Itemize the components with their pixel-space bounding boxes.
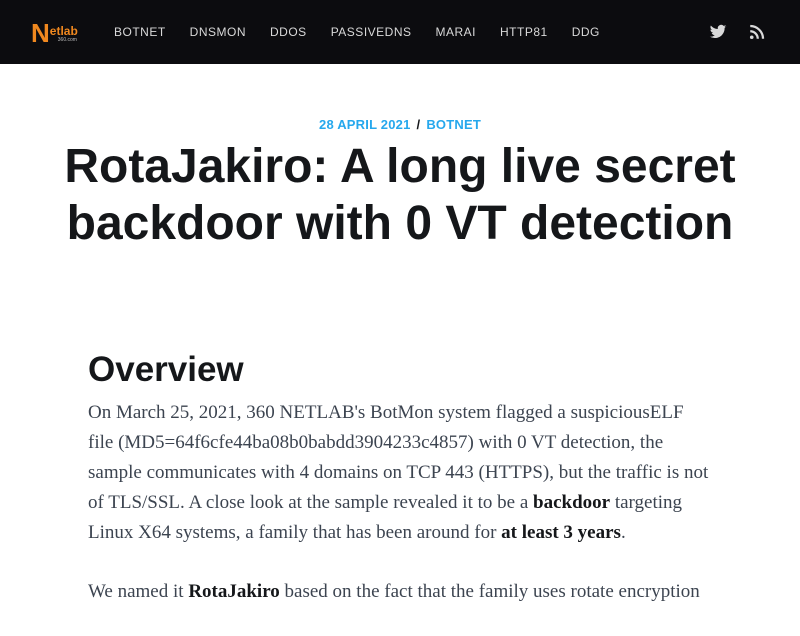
bold-text: RotaJakiro (188, 581, 280, 602)
nav-item-ddg[interactable]: DDG (572, 0, 600, 64)
bold-text: at least 3 years (501, 522, 621, 543)
logo-mark: N (31, 18, 50, 48)
twitter-icon[interactable] (709, 23, 727, 41)
nav-item-passivedns[interactable]: PASSIVEDNS (331, 0, 412, 64)
nav-item-botnet[interactable]: BOTNET (114, 0, 166, 64)
netlab-logo[interactable]: N etlab 360.com (31, 20, 91, 46)
meta-separator: / (416, 117, 421, 132)
post-tag-link[interactable]: BOTNET (426, 117, 481, 132)
logo-wordmark: etlab (49, 24, 78, 38)
post-meta: 28 APRIL 2021 / BOTNET (0, 117, 800, 132)
section-heading: Overview (88, 350, 244, 389)
article-body: Overview On March 25, 2021, 360 NETLAB's… (88, 348, 712, 636)
rss-icon[interactable] (748, 23, 766, 41)
post-title: RotaJakiro: A long live secret backdoor … (64, 140, 736, 250)
paragraph: On March 25, 2021, 360 NETLAB's BotMon s… (88, 402, 709, 543)
nav-item-ddos[interactable]: DDOS (270, 0, 307, 64)
top-navigation-bar: N etlab 360.com BOTNET DNSMON DDOS PASSI… (0, 0, 800, 64)
main-nav: BOTNET DNSMON DDOS PASSIVEDNS MARAI HTTP… (114, 0, 624, 64)
social-links (688, 0, 766, 64)
bold-text: backdoor (533, 492, 611, 513)
logo-subtext: 360.com (57, 37, 77, 43)
paragraph: We named it RotaJakiro based on the fact… (88, 581, 700, 602)
nav-item-marai[interactable]: MARAI (436, 0, 477, 64)
nav-item-http81[interactable]: HTTP81 (500, 0, 548, 64)
nav-item-dnsmon[interactable]: DNSMON (190, 0, 246, 64)
post-date: 28 APRIL 2021 (319, 117, 411, 132)
